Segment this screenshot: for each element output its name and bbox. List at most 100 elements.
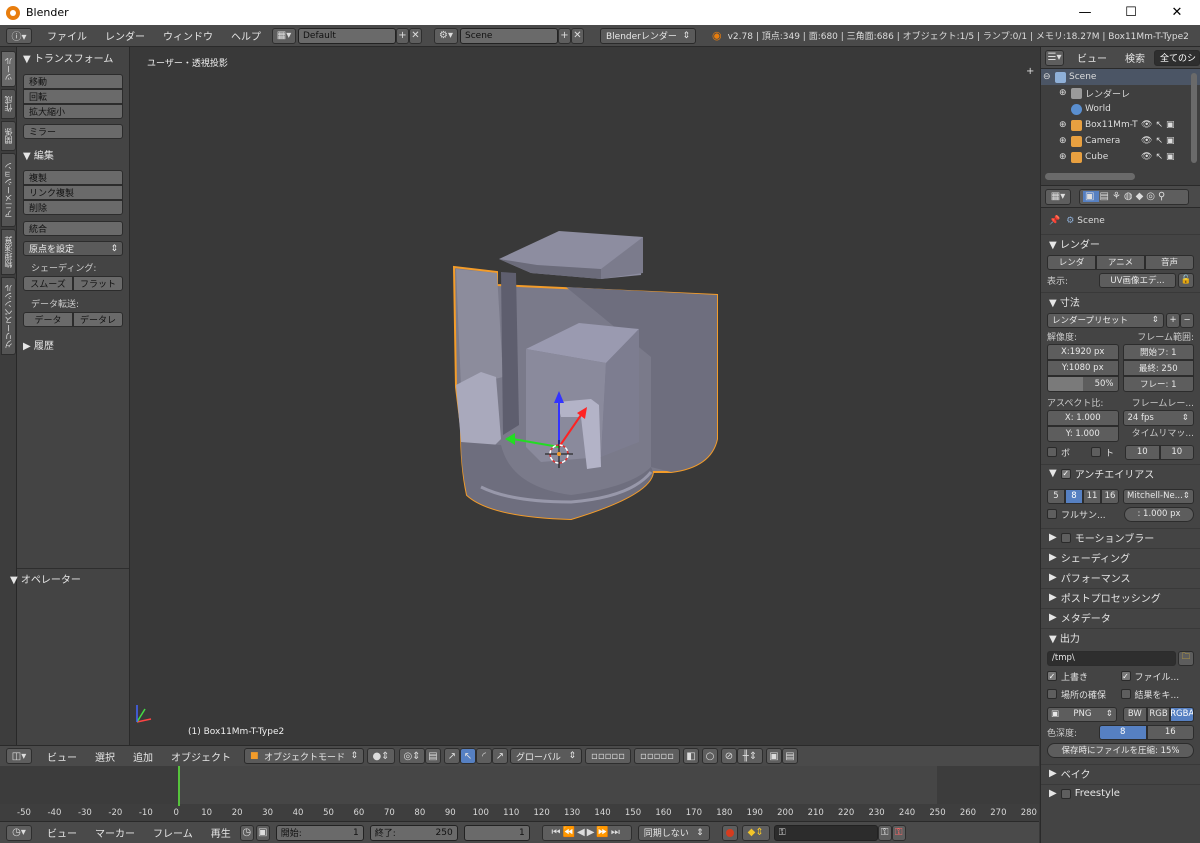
manipulator-toggle-icon[interactable]: ▤: [425, 748, 441, 764]
keying-set-field[interactable]: ⚿: [773, 824, 878, 841]
menu-view[interactable]: ビュー: [38, 749, 86, 764]
resolution-y-field[interactable]: Y:1080 px: [1047, 360, 1119, 376]
border-checkbox[interactable]: [1047, 447, 1057, 457]
render-image-button[interactable]: レンダ: [1047, 254, 1096, 270]
render-audio-button[interactable]: 音声: [1145, 254, 1194, 270]
menu-file[interactable]: ファイル: [38, 28, 96, 43]
select-arrow-icon[interactable]: ↖: [1155, 136, 1163, 146]
rotate-manipulator-icon[interactable]: ◜: [476, 748, 492, 764]
color-bw-button[interactable]: BW: [1123, 706, 1147, 722]
flat-button[interactable]: フラット: [73, 276, 123, 291]
menu-outliner-view[interactable]: ビュー: [1068, 50, 1116, 65]
frame-start-field[interactable]: 開始フ: 1: [1122, 344, 1194, 360]
editor-type-info-icon[interactable]: ⓘ▾: [6, 27, 32, 44]
aa-sample-5[interactable]: 5: [1047, 488, 1065, 504]
editor-type-timeline-icon[interactable]: ◷▾: [6, 824, 32, 841]
visibility-eye-icon[interactable]: 👁: [1141, 136, 1152, 146]
visibility-eye-icon[interactable]: 👁: [1141, 120, 1152, 130]
time-remap-new-field[interactable]: 10: [1159, 444, 1194, 460]
post-processing-panel-header[interactable]: ▶ ポストプロセッシング: [1041, 588, 1200, 606]
bake-panel-header[interactable]: ▶ ベイク: [1041, 764, 1200, 782]
remove-scene-icon[interactable]: ✕: [571, 27, 584, 44]
duplicate-button[interactable]: 複製: [23, 170, 123, 185]
menu-object[interactable]: オブジェクト: [162, 749, 240, 764]
aa-sample-11[interactable]: 11: [1083, 488, 1101, 504]
outliner-item-camera[interactable]: ⊕ Camera 👁 ↖ ▣: [1041, 133, 1200, 149]
cache-result-checkbox[interactable]: [1120, 689, 1131, 699]
playback-controls[interactable]: ⏮⏪◀▶⏩⏭: [541, 824, 632, 841]
keying-icon[interactable]: ◆⇕: [741, 824, 770, 841]
motion-blur-panel-header[interactable]: ▶ モーションブラー: [1041, 528, 1200, 546]
set-origin-dropdown[interactable]: 原点を設定 ⇕: [23, 241, 123, 256]
full-sample-checkbox[interactable]: [1047, 509, 1057, 519]
menu-timeline-view[interactable]: ビュー: [38, 825, 86, 840]
output-path-field[interactable]: /tmp\: [1047, 650, 1176, 666]
framerate-dropdown[interactable]: 24 fps ⇕: [1122, 410, 1194, 426]
remove-screen-icon[interactable]: ✕: [409, 27, 422, 44]
freestyle-checkbox[interactable]: [1060, 788, 1071, 799]
snap-element-icon[interactable]: ╫⇕: [737, 748, 763, 764]
join-button[interactable]: 統合: [23, 221, 123, 236]
viewport-shading-icon[interactable]: ●⇕: [367, 748, 395, 764]
mirror-button[interactable]: ミラー: [23, 124, 123, 139]
opengl-anim-icon[interactable]: ▤: [782, 748, 798, 764]
select-arrow-icon[interactable]: ↖: [1155, 120, 1163, 130]
translate-manipulator-icon[interactable]: ↖: [460, 748, 476, 764]
opengl-render-icon[interactable]: ▣: [766, 748, 782, 764]
scene-field[interactable]: Scene: [460, 27, 558, 44]
tab-tools[interactable]: ツール: [1, 51, 16, 87]
delete-button[interactable]: 削除: [23, 200, 123, 215]
properties-context-tabs[interactable]: ▣ ▤⚘◍◆◎⚲: [1079, 188, 1189, 205]
proportional-edit-icon[interactable]: ○: [702, 748, 718, 764]
freestyle-panel-header[interactable]: ▶ Freestyle: [1041, 784, 1200, 802]
aa-filter-size-field[interactable]: : 1.000 px: [1124, 506, 1194, 522]
minimize-button[interactable]: —: [1062, 5, 1108, 20]
snap-toggle-icon[interactable]: ⊘: [721, 748, 737, 764]
resolution-percentage-slider[interactable]: 50%: [1047, 376, 1119, 392]
record-icon[interactable]: [721, 824, 738, 841]
performance-panel-header[interactable]: ▶ パフォーマンス: [1041, 568, 1200, 586]
data-button[interactable]: データ: [23, 312, 73, 327]
editor-type-outliner-icon[interactable]: ☰▾: [1045, 49, 1064, 66]
menu-window[interactable]: ウィンドウ: [154, 28, 222, 43]
outliner-item-render-layers[interactable]: ⊕ レンダーレ: [1041, 85, 1200, 101]
sync-mode-dropdown[interactable]: 同期しない ⇕: [637, 824, 710, 841]
anti-aliasing-checkbox[interactable]: ✓: [1060, 468, 1071, 479]
aspect-y-field[interactable]: Y: 1.000: [1047, 426, 1119, 442]
output-panel-header[interactable]: ▼ 出力: [1041, 628, 1200, 646]
add-screen-icon[interactable]: +: [396, 27, 409, 44]
selected-mesh[interactable]: [452, 231, 718, 521]
close-button[interactable]: ✕: [1154, 5, 1200, 20]
render-engine-dropdown[interactable]: Blenderレンダー ⇕: [600, 27, 696, 44]
scale-button[interactable]: 拡大縮小: [23, 104, 123, 119]
outliner-v-scrollbar[interactable]: [1191, 73, 1197, 163]
motion-blur-checkbox[interactable]: [1060, 532, 1071, 543]
start-frame-field[interactable]: 開始: 1: [275, 824, 364, 841]
operator-panel-header[interactable]: ▼ オペレーター: [4, 569, 129, 587]
crop-checkbox[interactable]: [1091, 447, 1101, 457]
lock-interface-icon[interactable]: 🔓: [1178, 272, 1194, 288]
folder-icon[interactable]: 🗀: [1178, 650, 1194, 666]
render-panel-header[interactable]: ▼ レンダー: [1041, 234, 1200, 252]
menu-add[interactable]: 追加: [124, 749, 162, 764]
anti-aliasing-panel-header[interactable]: ▼ ✓ アンチエイリアス: [1041, 464, 1200, 482]
aa-sample-8[interactable]: 8: [1065, 488, 1083, 504]
render-camera-icon[interactable]: ▣: [1166, 152, 1175, 162]
dimensions-panel-header[interactable]: ▼ 寸法: [1041, 292, 1200, 310]
outliner-item-world[interactable]: World: [1041, 101, 1200, 117]
menu-playback[interactable]: 再生: [202, 825, 240, 840]
layer-buttons-row-1[interactable]: ▫▫▫▫▫: [585, 748, 631, 764]
editor-type-3dview-icon[interactable]: ◫▾: [6, 748, 32, 764]
outliner-item-scene[interactable]: ⊖ Scene: [1041, 69, 1200, 85]
rotate-button[interactable]: 回転: [23, 89, 123, 104]
screen-layout-icon[interactable]: ▦▾: [272, 27, 296, 44]
layer-buttons-row-2[interactable]: ▫▫▫▫▫: [634, 748, 680, 764]
maximize-button[interactable]: ☐: [1108, 5, 1154, 20]
interaction-mode-dropdown[interactable]: ■ オブジェクトモード ⇕: [244, 748, 364, 764]
delete-keyframe-icon[interactable]: ⚿: [891, 824, 906, 841]
scale-manipulator-icon[interactable]: ↗: [492, 748, 508, 764]
tab-create[interactable]: 作成: [1, 89, 16, 119]
insert-keyframe-icon[interactable]: ⚿: [877, 824, 892, 841]
outliner-item-box[interactable]: ⊕ Box11Mm-T 👁 ↖ ▣: [1041, 117, 1200, 133]
display-dropdown[interactable]: UV画像エデ...: [1099, 272, 1176, 288]
